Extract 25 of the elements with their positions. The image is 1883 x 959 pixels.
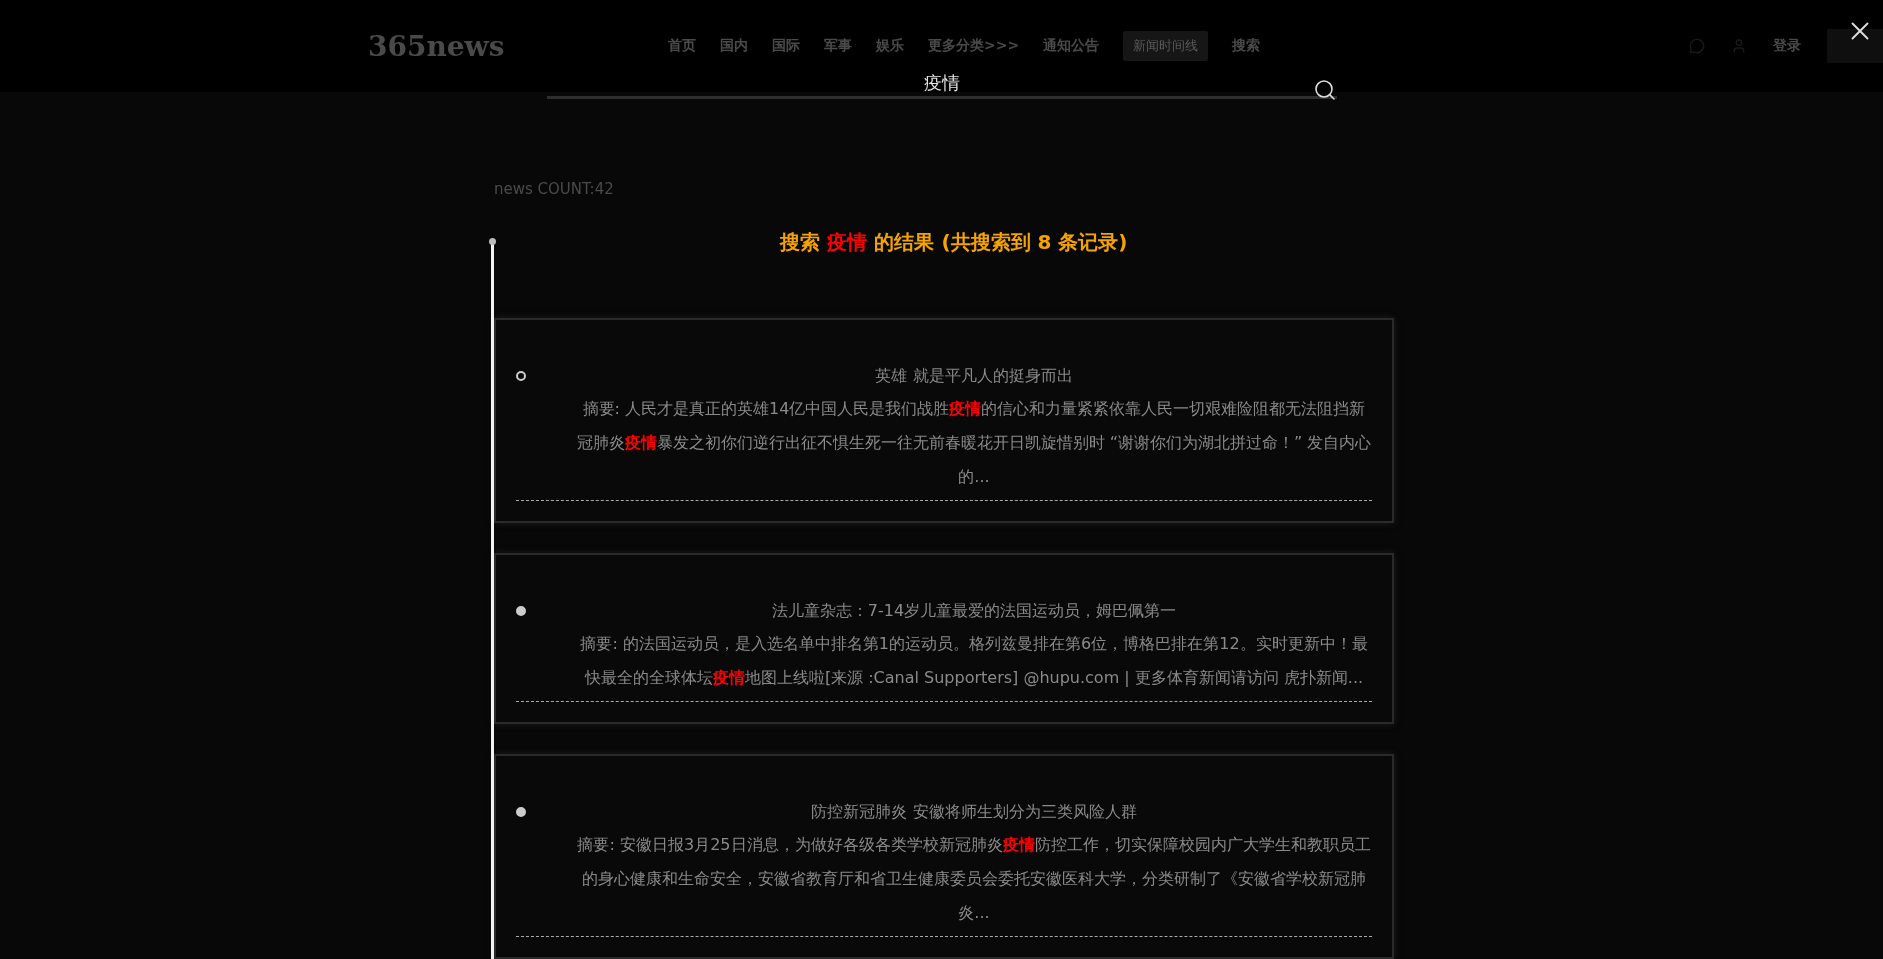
timeline-dot bbox=[489, 238, 496, 245]
result-summary: 摘要: 人民才是真正的英雄14亿中国人民是我们战胜疫情的信心和力量紧紧依靠人民一切艰难险阻都无法阻挡新冠肺炎疫情暴发之初你们逆行出征不惧生死一往无前春暖花开日凯旋惜别时 “谢谢你们为湖北拼过命！” 发自内心的... bbox=[576, 398, 1372, 488]
login-link[interactable]: 登录 bbox=[1773, 37, 1801, 55]
news-count: news COUNT:42 bbox=[494, 180, 614, 198]
nav-link[interactable]: 通知公告 bbox=[1043, 37, 1100, 55]
result-card[interactable]: 英雄 就是平凡人的挺身而出 摘要: 人民才是真正的英雄14亿中国人民是我们战胜疫情的信心和力量紧紧依靠人民一切艰难险阻都无法阻挡新冠肺炎疫情暴发之初你们逆行出征不惧生死一往无前春暖花开日凯旋惜别时 “谢谢你们为湖北拼过命！” 发自内心的... bbox=[494, 318, 1394, 523]
nav-link[interactable]: 国内 bbox=[720, 37, 748, 55]
search-link[interactable]: 搜索 bbox=[1232, 37, 1261, 55]
nav-link[interactable]: 更多分类>>> bbox=[928, 37, 1020, 55]
result-title[interactable]: 防控新冠肺炎 安徽将师生划分为三类风险人群 bbox=[576, 802, 1372, 822]
nav-link[interactable]: 军事 bbox=[824, 37, 852, 55]
nav-link[interactable]: 娱乐 bbox=[876, 37, 904, 55]
result-title[interactable]: 法儿童杂志：7-14岁儿童最爱的法国运动员，姆巴佩第一 bbox=[576, 601, 1372, 621]
timeline-button[interactable]: 新闻时间线 bbox=[1123, 31, 1209, 61]
nav-link[interactable]: 国际 bbox=[772, 37, 800, 55]
site-logo[interactable]: 365news bbox=[368, 29, 668, 63]
results-heading: 搜索 疫情 的结果 (共搜索到 8 条记录) bbox=[778, 230, 1129, 254]
search-icon[interactable] bbox=[1312, 78, 1337, 102]
result-card[interactable]: 防控新冠肺炎 安徽将师生划分为三类风险人群 摘要: 安徽日报3月25日消息，为做好各级各类学校新冠肺炎疫情防控工作，切实保障校园内广大学生和教职员工的身心健康和生命安全，安徽省教育厅和省卫生健康委员会委托安徽医科大学，分类研制了《安徽省学校新冠肺炎... bbox=[494, 754, 1394, 959]
search-field[interactable]: 疫情 bbox=[546, 70, 1337, 99]
result-card[interactable]: 法儿童杂志：7-14岁儿童最爱的法国运动员，姆巴佩第一 摘要: 的法国运动员，是入选名单中排名第1的运动员。格列兹曼排在第6位，博格巴排在第12。实时更新中！最快最全的全球体坛疫情地图上线啦[来源 :Canal Supporters] @hupu.com | 更多体育新闻请访问 虎扑新闻... bbox=[494, 553, 1394, 724]
nav-link[interactable]: 首页 bbox=[668, 37, 696, 55]
result-summary: 摘要: 安徽日报3月25日消息，为做好各级各类学校新冠肺炎疫情防控工作，切实保障校园内广大学生和教职员工的身心健康和生命安全，安徽省教育厅和省卫生健康委员会委托安徽医科大学，分类研制了《安徽省学校新冠肺炎... bbox=[576, 834, 1372, 924]
result-title[interactable]: 英雄 就是平凡人的挺身而出 bbox=[576, 366, 1372, 386]
result-summary: 摘要: 的法国运动员，是入选名单中排名第1的运动员。格列兹曼排在第6位，博格巴排在第12。实时更新中！最快最全的全球体坛疫情地图上线啦[来源 :Canal Supporters] @hupu.com | 更多体育新闻请访问 虎扑新闻... bbox=[579, 633, 1369, 689]
